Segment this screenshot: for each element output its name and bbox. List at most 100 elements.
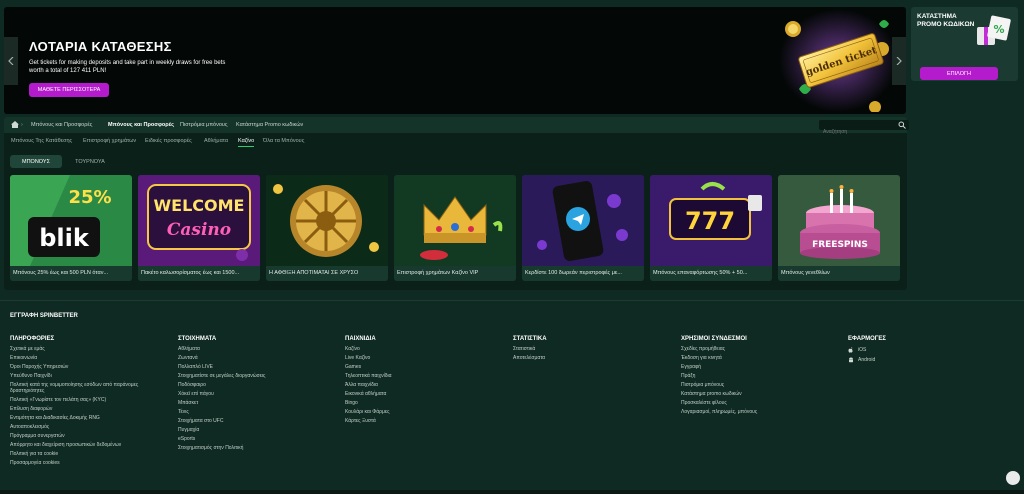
card-label: Επιστροφή χρημάτων Καζίνο VIP xyxy=(394,266,516,281)
hero-prev-arrow[interactable] xyxy=(4,37,18,85)
hero-next-arrow[interactable] xyxy=(892,37,906,85)
svg-text:FREESPINS: FREESPINS xyxy=(812,240,868,250)
app-link-android[interactable]: Android xyxy=(848,357,886,363)
footer-column-title: ΧΡΗΣΙΜΟΙ ΣΥΝΔΕΣΜΟΙ xyxy=(681,336,747,342)
subnav-casino[interactable]: Καζίνο xyxy=(238,138,255,147)
footer-signup-link[interactable]: ΕΓΓΡΑΦΗ SPINBETTER xyxy=(10,313,78,319)
footer-column-title: ΣΤΟΙΧΗΜΑΤΑ xyxy=(178,336,217,342)
card-label: Μπόνους 25% έως και 500 PLN όταν... xyxy=(10,266,132,281)
search-icon[interactable] xyxy=(898,121,906,129)
toggle-tournaments[interactable]: ΤΟΥΡΝΟΥΑ xyxy=(62,155,118,168)
app-link-ios[interactable]: iOS xyxy=(848,347,886,353)
breadcrumb-item-bonuses[interactable]: Μπόνους και Προσφορές xyxy=(31,122,92,128)
footer-column-title: ΕΦΑΡΜΟΓΕΣ xyxy=(848,336,886,342)
breadcrumb-tab-promo-store[interactable]: Κατάστημα Promo κωδικών xyxy=(236,122,303,128)
bonus-card-gold[interactable]: Η ΑΦΘΙΞΗ ΑΠΟΤΙΜΑΤΑΙ ΣΕ ΧΡΥΣΟ xyxy=(266,175,388,281)
footer-link[interactable]: Πυγμαχία xyxy=(178,427,265,434)
footer-link[interactable]: Επικοινωνία xyxy=(10,355,150,362)
footer-link[interactable]: Πιστρόμια μπόνους xyxy=(681,382,757,389)
subnav-special-offers[interactable]: Ειδικές προσφορές xyxy=(145,138,192,144)
footer-link[interactable]: Εντιμότητα και Διαδικασίες Δοκιμής RNG xyxy=(10,415,150,422)
footer-link[interactable]: Έκδοση για κινητά xyxy=(681,355,757,362)
card-label: Μπόνους γενεθλίων xyxy=(778,266,900,281)
subnav-cashback[interactable]: Επιστροφή χρημάτων xyxy=(83,138,136,144)
footer-link[interactable]: Υπεύθυνο Παιχνίδι xyxy=(10,373,150,380)
footer-link[interactable]: Σχετικά με εμάς xyxy=(10,346,150,353)
bonus-card-telegram[interactable]: Κερδίστε 100 δωρεάν περιστροφές με... xyxy=(522,175,644,281)
app-label: iOS xyxy=(858,347,867,353)
footer-link[interactable]: Προσαρμογέα cookies xyxy=(10,460,150,467)
footer-link[interactable]: Κατάστημα promo κωδικών xyxy=(681,391,757,398)
svg-text:Casino: Casino xyxy=(167,220,231,240)
subnav-sports[interactable]: Αθλήματα xyxy=(204,138,228,144)
footer-link[interactable]: Πολλαπλό LIVE xyxy=(178,364,265,371)
search-input[interactable] xyxy=(819,127,889,137)
search-box xyxy=(819,120,909,137)
footer-link[interactable]: Άλλα παιχνίδια xyxy=(345,382,392,389)
footer-link[interactable]: Καζίνο xyxy=(345,346,392,353)
footer-link[interactable]: Κάρτες Ξυστά xyxy=(345,418,392,425)
footer-link[interactable]: Εικονικά αθλήματα xyxy=(345,391,392,398)
bonus-card-vip-cashback[interactable]: Επιστροφή χρημάτων Καζίνο VIP xyxy=(394,175,516,281)
crown-image xyxy=(394,175,516,266)
footer-link[interactable]: Αυτοαποκλεισμός xyxy=(10,424,150,431)
footer-column-apps: ΕΦΑΡΜΟΓΕΣ iOS Android xyxy=(848,336,886,366)
footer-column-useful-links: ΧΡΗΣΙΜΟΙ ΣΥΝΔΕΣΜΟΙ Σχεδίες προμήθειας Έκ… xyxy=(681,336,757,419)
bonus-card-blik[interactable]: 25% blik Μπόνους 25% έως και 500 PLN ότα… xyxy=(10,175,132,281)
card-label: Πακέτο καλωσορίσματος έως και 1500... xyxy=(138,266,260,281)
footer-link[interactable]: Πολιτική κατά της νομιμοποίησης εσόδων α… xyxy=(10,382,150,394)
breadcrumb-separator: › xyxy=(21,122,23,128)
footer-column-title: ΠΑΙΧΝΙΔΙΑ xyxy=(345,336,376,342)
footer-link[interactable]: Στοιχήματα στο UFC xyxy=(178,418,265,425)
bonus-card-welcome[interactable]: WELCOME Casino Πακέτο καλωσορίσματος έως… xyxy=(138,175,260,281)
promo-select-button[interactable]: ΕΠΙΛΟΓΗ xyxy=(920,67,998,80)
subnav-all-bonuses[interactable]: Όλα τα Μπόνους xyxy=(263,138,304,144)
svg-text:%: % xyxy=(993,23,1004,36)
footer-link[interactable]: Πολιτική «Γνωρίστε τον πελάτη σας» (KYC) xyxy=(10,397,150,404)
welcome-casino-image: WELCOME Casino xyxy=(138,175,260,266)
bonus-card-reload[interactable]: 777 Μπόνους επαναφόρτωσης 50% + 50... xyxy=(650,175,772,281)
footer-column-statistics: ΣΤΑΤΙΣΤΙΚΑ Στατιστικά Αποτελέσματα xyxy=(513,336,547,365)
footer-link[interactable]: Αποτελέσματα xyxy=(513,355,547,362)
footer-link[interactable]: Αθλήματα xyxy=(178,346,265,353)
footer-link[interactable]: Κουλάρι και Φάρμες xyxy=(345,409,392,416)
footer-link[interactable]: Ποδόσφαιρο xyxy=(178,382,265,389)
card-label: Η ΑΦΘΙΞΗ ΑΠΟΤΙΜΑΤΑΙ ΣΕ ΧΡΥΣΟ xyxy=(266,266,388,281)
footer-link[interactable]: Live Καζίνο xyxy=(345,355,392,362)
footer-link[interactable]: Στατιστικά xyxy=(513,346,547,353)
footer-link[interactable]: Στοιχηματίστε σε μεγάλες διοργανώσεις xyxy=(178,373,265,380)
footer-link[interactable]: Λογαριασμοί, πληρωμές, μπόνους xyxy=(681,409,757,416)
promo-code-store-card: ΚΑΤΑΣΤΗΜΑ PROMO ΚΩΔΙΚΩΝ % ΕΠΙΛΟΓΗ xyxy=(911,7,1018,81)
toggle-bonus[interactable]: ΜΠΟΝΟΥΣ xyxy=(10,155,62,168)
card-label: Κερδίστε 100 δωρεάν περιστροφές με... xyxy=(522,266,644,281)
breadcrumb-tab-bonuses[interactable]: Μπόνους και Προσφορές xyxy=(108,122,174,128)
footer-link[interactable]: Σχεδίες προμήθειας xyxy=(681,346,757,353)
hero-learn-more-button[interactable]: ΜΑΘΕΤΕ ΠΕΡΙΣΣΟΤΕΡΑ xyxy=(29,83,109,97)
footer-column-betting: ΣΤΟΙΧΗΜΑΤΑ Αθλήματα Ζωντανά Πολλαπλό LIV… xyxy=(178,336,265,455)
footer-link[interactable]: Πρόγραμμα συνεργατών xyxy=(10,433,150,440)
footer-link[interactable]: Απόρρητο και διαχείριση προσωπικών δεδομ… xyxy=(10,442,150,449)
footer-link[interactable]: Στοιχηματισμός στην Πολιτική xyxy=(178,445,265,452)
footer-link[interactable]: Bingo xyxy=(345,400,392,407)
footer-link[interactable]: Εγγραφή xyxy=(681,364,757,371)
footer-link[interactable]: eSports xyxy=(178,436,265,443)
slot-777-image: 777 xyxy=(650,175,772,266)
hero-description: Get tickets for making deposits and take… xyxy=(29,60,226,74)
bonus-card-birthday[interactable]: FREESPINS Μπόνους γενεθλίων xyxy=(778,175,900,281)
chat-support-button[interactable] xyxy=(1006,471,1020,485)
footer-link[interactable]: Games xyxy=(345,364,392,371)
footer-link[interactable]: Όροι Παροχής Υπηρεσιών xyxy=(10,364,150,371)
footer-link[interactable]: Μπάσκετ xyxy=(178,400,265,407)
footer-link[interactable]: Πράξη xyxy=(681,373,757,380)
svg-text:blik: blik xyxy=(39,224,90,252)
footer-link[interactable]: Τένις xyxy=(178,409,265,416)
footer-link[interactable]: Προσκαλέστε φίλους xyxy=(681,400,757,407)
breadcrumb-tab-bonus-games[interactable]: Πιστρόμια μπόνους xyxy=(180,122,228,128)
subnav-deposit-bonus[interactable]: Μπόνους Της Κατάθεσης xyxy=(11,138,72,144)
footer-link[interactable]: Πολιτική για τα cookie xyxy=(10,451,150,458)
footer-link[interactable]: Χόκεϊ επί πάγου xyxy=(178,391,265,398)
footer-link[interactable]: Ζωντανά xyxy=(178,355,265,362)
footer-link[interactable]: Επίλυση διαφορών xyxy=(10,406,150,413)
home-icon[interactable] xyxy=(11,121,19,128)
footer-link[interactable]: Τηλεοπτικά παιχνίδια xyxy=(345,373,392,380)
